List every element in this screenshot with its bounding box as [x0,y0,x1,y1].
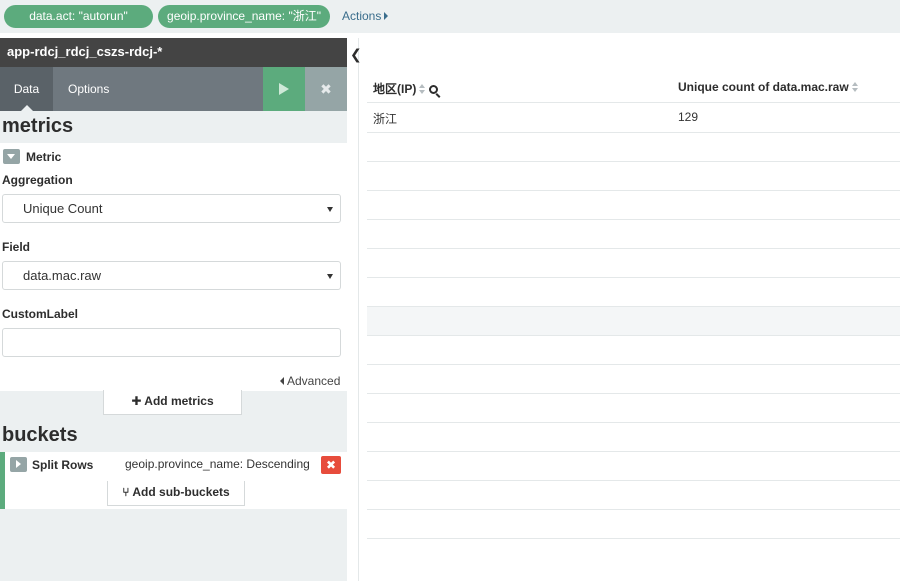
add-sub-buckets-button[interactable]: ⑂ Add sub-buckets [107,481,245,506]
index-pattern-title: app-rdcj_rdcj_cszs-rdcj-* [0,38,347,67]
divider-line [358,38,359,581]
table-row [367,306,900,335]
chevron-right-icon [16,460,21,468]
metric-title: Metric [26,150,62,164]
apply-button[interactable] [263,67,305,111]
sort-icon[interactable] [419,84,426,94]
field-select[interactable]: data.mac.raw [2,261,341,290]
sort-icon[interactable] [851,82,859,92]
plus-icon: ✚ [131,394,145,408]
filter-bar: data.act: "autorun" geoip.province_name:… [0,0,900,33]
field-value: data.mac.raw [23,268,102,283]
table-row [367,451,900,480]
custom-label-label: CustomLabel [2,307,79,321]
bucket-accent-bar [0,452,5,509]
table-row [367,277,900,306]
chevron-down-icon [7,154,15,159]
fork-icon: ⑂ [122,485,133,499]
remove-icon: ✖ [325,458,337,472]
add-metrics-label: Add metrics [144,394,214,408]
sidebar-tabs: Data Options ✖ [0,67,347,111]
table-row [367,509,900,538]
tab-options[interactable]: Options [68,67,109,111]
buckets-section-title: buckets [2,424,78,446]
table-row [367,335,900,364]
custom-label-input[interactable] [2,328,341,357]
aggregation-value: Unique Count [23,201,103,216]
table-row [367,422,900,451]
column-header-region-label: 地区(IP) [373,82,417,96]
table-row [367,393,900,422]
table-row [367,132,900,161]
remove-bucket-button[interactable]: ✖ [321,456,341,474]
tab-data[interactable]: Data [0,67,53,111]
table-row [367,364,900,393]
caret-right-icon [384,12,389,20]
add-sub-buckets-label: Add sub-buckets [132,485,230,499]
table-row [367,190,900,219]
dropdown-arrow-icon [327,274,333,279]
metric-toggle-button[interactable] [3,149,20,164]
table-row [367,480,900,509]
table-row [367,219,900,248]
data-table: 地区(IP) Unique count of data.mac.raw 浙江 1… [367,38,900,581]
aggregation-select[interactable]: Unique Count [2,194,341,223]
table-row [367,161,900,190]
sidebar-divider [347,38,358,581]
table-row [367,538,900,567]
table-row: 浙江 129 [367,102,900,131]
add-metrics-button[interactable]: ✚ Add metrics [103,390,242,415]
caret-left-icon [280,377,284,385]
metric-editor: Metric Aggregation Unique Count Field da… [0,143,347,391]
table-cell: 浙江 [373,112,398,126]
field-label: Field [2,240,31,254]
bucket-description: geoip.province_name: Descending [125,457,310,471]
dropdown-arrow-icon [327,207,333,212]
table-row [367,248,900,277]
filter-pill-province[interactable]: geoip.province_name: "浙江" [158,5,330,28]
table-cell: 129 [678,110,699,124]
split-rows-title: Split Rows [32,458,94,472]
collapse-sidebar-icon[interactable]: ❮ [350,46,362,63]
advanced-label: Advanced [287,374,341,388]
column-header-count-label: Unique count of data.mac.raw [678,80,849,94]
column-header-count[interactable]: Unique count of data.mac.raw [678,80,859,94]
bucket-toggle-button[interactable] [10,457,27,472]
close-icon: ✖ [320,81,332,97]
column-header-region[interactable]: 地区(IP) [373,80,439,97]
actions-label: Actions [342,9,382,23]
metrics-section-title: metrics [2,115,74,137]
advanced-toggle[interactable]: Advanced [280,374,340,388]
discard-button[interactable]: ✖ [305,67,347,111]
actions-link[interactable]: Actions [342,9,389,23]
play-icon [279,83,289,95]
filter-pill-act[interactable]: data.act: "autorun" [4,5,153,28]
search-icon[interactable] [429,85,439,94]
aggregation-label: Aggregation [2,173,73,187]
editor-sidebar: app-rdcj_rdcj_cszs-rdcj-* Data Options ✖… [0,38,347,581]
